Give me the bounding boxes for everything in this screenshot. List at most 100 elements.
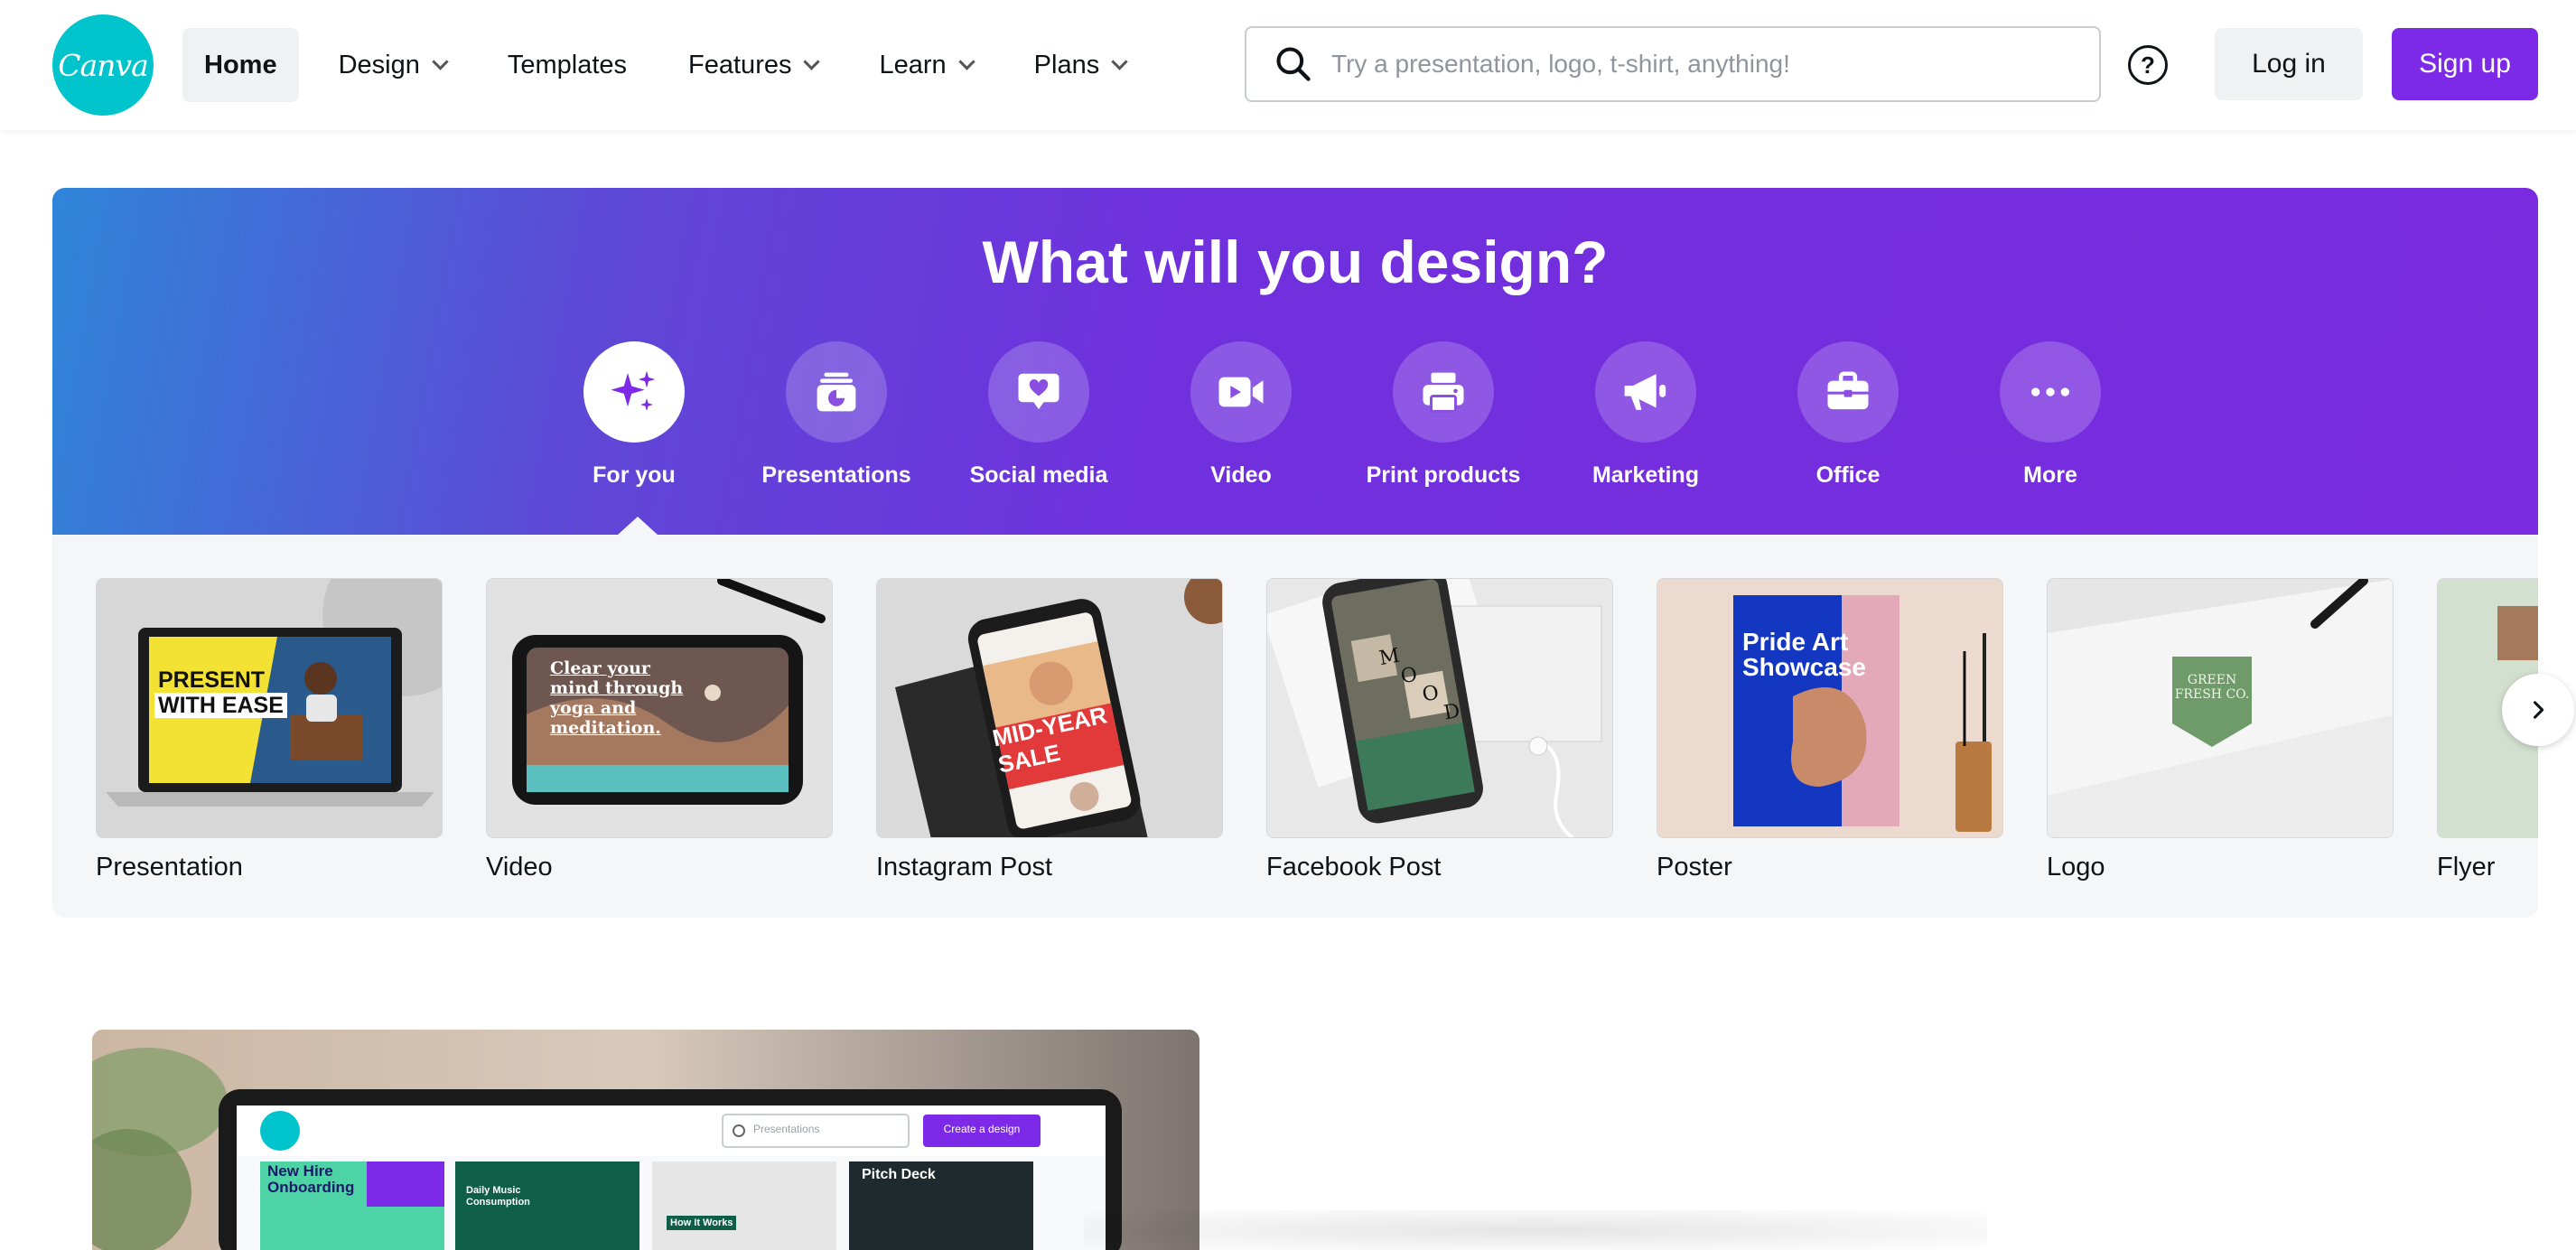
promo-laptop-image: New Hire Onboarding Daily Music Consumpt… — [92, 1030, 1199, 1250]
promo-search-placeholder: Presentations — [753, 1123, 820, 1135]
thumb-text: Showcase — [1742, 653, 1866, 681]
nav-features[interactable]: Features — [667, 28, 839, 102]
login-label: Log in — [2252, 49, 2326, 79]
thumb-text: Pride Art — [1742, 628, 1849, 656]
category-for-you[interactable]: For you — [533, 341, 735, 489]
help-icon[interactable]: ? — [2128, 45, 2168, 85]
category-icon-circle — [583, 341, 685, 443]
template-label: Logo — [2047, 853, 2105, 882]
category-presentations[interactable]: Presentations — [735, 341, 938, 489]
chevron-right-icon — [2533, 701, 2544, 719]
laptop-photo — [92, 1030, 1199, 1250]
category-more[interactable]: More — [1949, 341, 2151, 489]
carousel-next-button[interactable] — [2502, 674, 2574, 746]
thumb-text: yoga and — [550, 698, 637, 718]
nav-design[interactable]: Design — [317, 28, 468, 102]
active-tab-pointer — [618, 517, 658, 535]
canva-logo[interactable]: Canva — [52, 14, 154, 116]
phone-instagram-image — [877, 579, 1222, 837]
template-card-poster[interactable]: Pride Art Showcase Poster — [1657, 578, 2003, 882]
sparkle-icon — [611, 370, 656, 411]
nav-home-label: Home — [204, 50, 277, 79]
promo-tile-text: How It Works — [667, 1216, 737, 1230]
template-card-video[interactable]: Clear your mind through yoga and meditat… — [486, 578, 833, 882]
thumb-text: WITH EASE — [154, 693, 287, 718]
category-label: Video — [1210, 462, 1272, 488]
decorative-shadow — [1084, 1210, 1987, 1250]
template-carousel: PRESENT WITH EASE Presentation Clear you… — [52, 535, 2538, 918]
printer-icon — [1423, 372, 1464, 413]
nav-learn[interactable]: Learn — [857, 28, 994, 102]
category-label: Marketing — [1591, 462, 1700, 488]
nav-learn-label: Learn — [879, 50, 947, 79]
chevron-down-icon — [803, 52, 821, 70]
nav-home[interactable]: Home — [182, 28, 299, 102]
login-button[interactable]: Log in — [2215, 28, 2363, 100]
thumb-text: meditation. — [550, 718, 661, 738]
template-card-facebook-post[interactable]: M O O D Facebook Post — [1266, 578, 1613, 882]
category-icon-circle — [988, 341, 1089, 443]
category-office[interactable]: Office — [1747, 341, 1949, 489]
template-thumbnail: GREEN FRESH CO. — [2047, 578, 2394, 838]
template-label: Poster — [1657, 853, 1732, 882]
category-marketing[interactable]: Marketing — [1545, 341, 1747, 489]
poster-image — [1657, 579, 2002, 837]
category-icon-circle — [786, 341, 887, 443]
promo-tile-text: Daily Music Consumption — [466, 1185, 530, 1208]
template-card-instagram-post[interactable]: MID-YEAR SALE Instagram Post — [876, 578, 1223, 882]
promo-tile-text: Pitch Deck — [862, 1167, 936, 1182]
top-navigation-bar: Canva Home Design Templates Features Lea… — [0, 0, 2576, 130]
chevron-down-icon — [432, 52, 449, 70]
main-nav: Home Design Templates Features Learn Pla… — [182, 28, 1165, 102]
category-icon-circle — [1190, 341, 1292, 443]
template-label: Video — [486, 853, 553, 882]
category-video[interactable]: Video — [1140, 341, 1342, 489]
category-icon-circle — [1393, 341, 1494, 443]
template-card-logo[interactable]: GREEN FRESH CO. Logo — [2047, 578, 2394, 882]
template-label: Facebook Post — [1266, 853, 1442, 882]
heart-bubble-icon — [1018, 373, 1059, 410]
search-input[interactable] — [1331, 50, 2072, 79]
nav-plans[interactable]: Plans — [1013, 28, 1148, 102]
nav-templates[interactable]: Templates — [486, 28, 649, 102]
template-thumbnail: Clear your mind through yoga and meditat… — [486, 578, 833, 838]
chevron-down-icon — [1111, 52, 1128, 70]
logo-envelope-image — [2048, 579, 2393, 837]
video-camera-icon — [1218, 377, 1264, 407]
megaphone-icon — [1624, 374, 1666, 410]
nav-design-label: Design — [338, 50, 420, 79]
promo-tile-text: New Hire Onboarding — [267, 1162, 355, 1196]
signup-label: Sign up — [2419, 49, 2511, 79]
template-label: Flyer — [2437, 853, 2496, 882]
promo-create-label: Create a design — [943, 1123, 1021, 1135]
design-hero-banner: What will you design? For you Presentati… — [52, 188, 2538, 535]
template-thumbnail: M O O D — [1266, 578, 1613, 838]
chevron-down-icon — [957, 52, 975, 70]
thumb-text: GREEN — [2187, 673, 2237, 687]
thumb-text: Clear your — [550, 658, 650, 678]
category-tabs: For you Presentations Social media Video… — [533, 341, 2151, 489]
category-label: Social media — [969, 462, 1108, 488]
nav-templates-label: Templates — [507, 50, 628, 79]
category-label: Office — [1815, 462, 1881, 488]
template-thumbnail: MID-YEAR SALE — [876, 578, 1223, 838]
template-label: Instagram Post — [876, 853, 1053, 882]
category-label: Print products — [1366, 462, 1521, 488]
category-label: For you — [593, 462, 676, 488]
search-icon — [1276, 47, 1311, 81]
category-print-products[interactable]: Print products — [1342, 341, 1545, 489]
template-card-presentation[interactable]: PRESENT WITH EASE Presentation — [96, 578, 443, 882]
category-label: Presentations — [761, 462, 911, 488]
category-icon-circle — [1595, 341, 1696, 443]
template-thumbnail: Pride Art Showcase — [1657, 578, 2003, 838]
category-social-media[interactable]: Social media — [938, 341, 1140, 489]
help-glyph: ? — [2141, 51, 2155, 79]
category-label: More — [2023, 462, 2077, 488]
more-dots-icon — [2031, 387, 2069, 396]
briefcase-icon — [1827, 371, 1869, 410]
signup-button[interactable]: Sign up — [2392, 28, 2538, 100]
thumb-text: mind through — [550, 678, 684, 698]
thumb-text: FRESH CO. — [2174, 687, 2250, 702]
search-box[interactable] — [1245, 26, 2101, 102]
category-icon-circle — [1797, 341, 1899, 443]
